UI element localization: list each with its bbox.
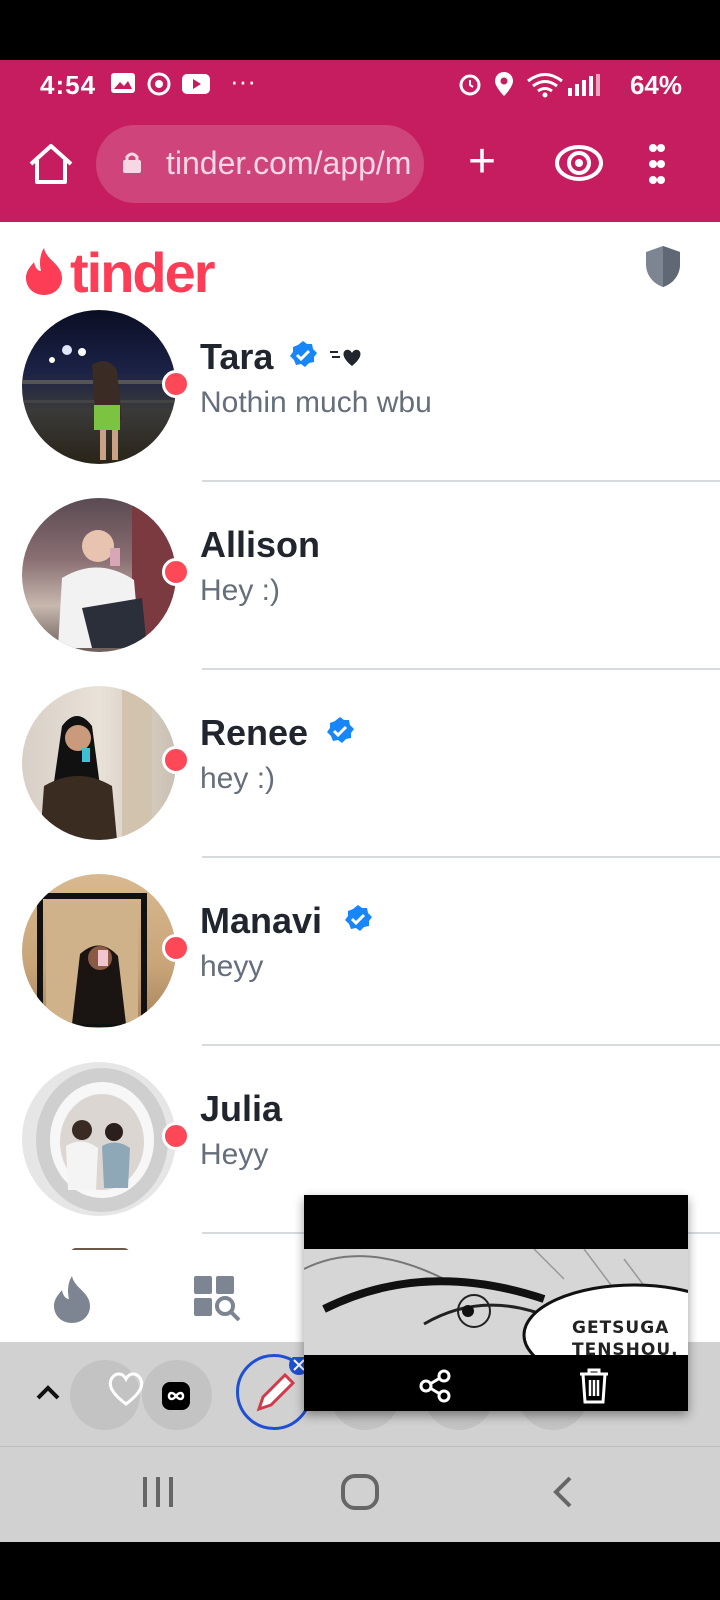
location-icon (495, 72, 513, 96)
home-nav-icon[interactable] (340, 1473, 380, 1511)
edit-screenshot-button[interactable] (236, 1354, 312, 1430)
lock-icon (123, 152, 141, 173)
screenshot-preview[interactable]: GETSUGA TENSHOU. (304, 1195, 688, 1411)
url-text: tinder.com/app/m (166, 145, 412, 181)
browser-chrome: 4:54 ··· 64% tinder.com/app/m + (0, 60, 720, 222)
match-name: Manavi (200, 900, 323, 941)
target-icon (147, 72, 171, 96)
avatar (22, 874, 176, 1028)
flame-icon (26, 248, 62, 295)
explore-tab-icon[interactable] (194, 1276, 242, 1322)
verified-badge-icon (345, 905, 372, 931)
infinity-app-icon[interactable] (162, 1382, 190, 1410)
menu-icon[interactable] (648, 142, 666, 186)
safety-shield-icon[interactable] (644, 244, 682, 288)
match-row[interactable]: Manavi heyy (0, 874, 720, 1062)
privacy-eye-icon[interactable] (555, 143, 603, 183)
share-icon[interactable] (418, 1369, 452, 1403)
bottom-black-bar (0, 1542, 720, 1600)
heart-icon[interactable] (106, 1368, 146, 1408)
match-row[interactable]: Allison Hey :) (0, 498, 720, 686)
online-indicator (162, 1122, 190, 1150)
match-name: Allison (200, 524, 321, 565)
avatar (22, 498, 176, 652)
last-message: Hey :) (200, 574, 281, 607)
gallery-icon (111, 73, 135, 93)
verified-badge-icon (327, 717, 354, 743)
super-like-heart-icon (330, 349, 361, 366)
new-tab-button[interactable]: + (468, 138, 496, 186)
top-black-bar (0, 0, 720, 60)
match-name: Julia (200, 1088, 283, 1129)
last-message: Heyy (200, 1138, 269, 1171)
match-row[interactable]: Renee hey :) (0, 686, 720, 874)
status-bar: 4:54 ··· 64% (0, 60, 720, 110)
preview-image: GETSUGA TENSHOU. (304, 1249, 688, 1355)
home-icon[interactable] (26, 140, 76, 190)
chevron-up-icon[interactable] (34, 1378, 62, 1406)
tinder-app: tinder Tara Nothin much wbu Allison Hey … (0, 222, 720, 1342)
logo-text: tinder (70, 241, 216, 304)
match-name: Tara (200, 336, 274, 377)
preview-caption: GETSUGA TENSHOU. (572, 1318, 679, 1355)
last-message: hey :) (200, 762, 276, 795)
avatar (22, 1062, 176, 1216)
recent-apps-icon[interactable] (140, 1475, 176, 1509)
avatar (22, 310, 176, 464)
back-nav-icon[interactable] (548, 1475, 578, 1509)
address-bar[interactable]: tinder.com/app/m (96, 125, 424, 203)
online-indicator (162, 934, 190, 962)
last-message: heyy (200, 950, 264, 983)
match-row[interactable]: Tara Nothin much wbu (0, 310, 720, 498)
signal-icon (568, 74, 600, 96)
battery-percent: 64% (629, 70, 682, 100)
youtube-icon (182, 74, 210, 94)
row-divider (202, 1044, 720, 1046)
delete-icon[interactable] (578, 1367, 610, 1405)
verified-badge-icon (290, 341, 317, 367)
online-indicator (162, 558, 190, 586)
android-nav-bar (0, 1446, 720, 1543)
online-indicator (162, 370, 190, 398)
alarm-icon (459, 74, 481, 96)
avatar (22, 686, 176, 840)
status-time: 4:54 (40, 70, 97, 100)
row-divider (202, 480, 720, 482)
online-indicator (162, 746, 190, 774)
wifi-icon (527, 73, 563, 98)
more-notifications-icon: ··· (230, 66, 256, 96)
last-message: Nothin much wbu (200, 386, 432, 419)
row-divider (202, 856, 720, 858)
flame-tab-icon[interactable] (50, 1274, 94, 1324)
row-divider (202, 668, 720, 670)
match-name: Renee (200, 712, 309, 753)
